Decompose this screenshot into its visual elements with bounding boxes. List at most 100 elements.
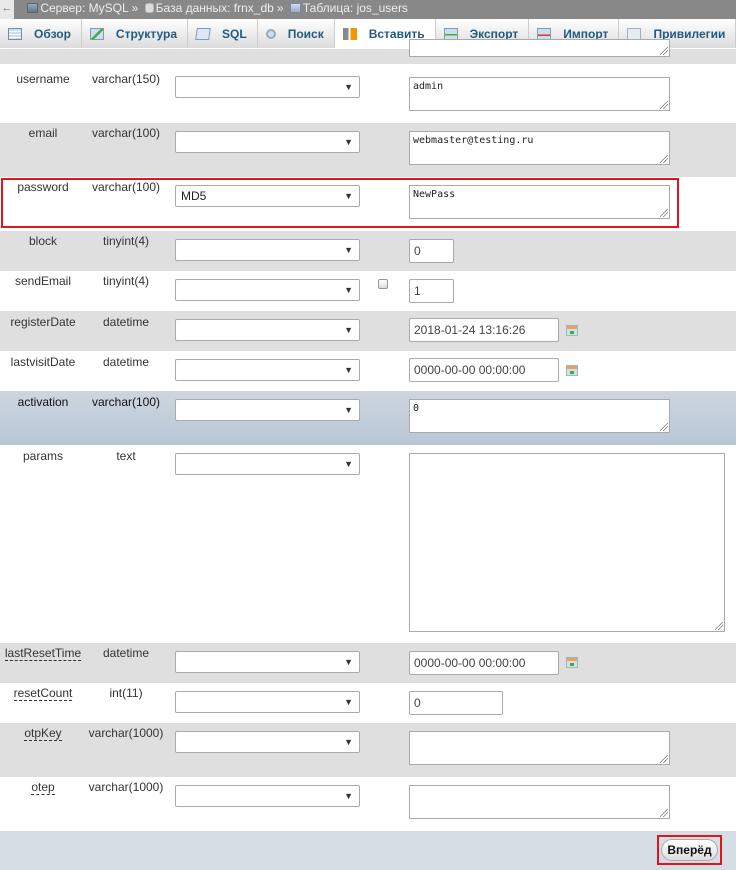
calendar-icon[interactable]	[566, 365, 578, 376]
search-icon	[265, 28, 276, 39]
tab-label: SQL	[222, 26, 247, 41]
chevron-down-icon: ▼	[344, 459, 353, 469]
field-name: sendEmail	[14, 274, 72, 288]
calendar-icon[interactable]	[566, 657, 578, 668]
field-row-resetcount: resetCount int(11) ▼ 0	[0, 683, 736, 723]
field-name: params	[22, 449, 63, 463]
field-name: username	[16, 72, 70, 86]
field-name: activation	[17, 395, 69, 409]
field-row-lastvisitdate: lastvisitDate datetime ▼ 0000-00-00 00:0…	[0, 351, 736, 391]
function-select[interactable]: ▼	[175, 785, 360, 807]
value-textarea[interactable]	[409, 731, 670, 765]
field-type: tinyint(4)	[102, 274, 149, 288]
breadcrumb-database[interactable]: База данных: frnx_db	[156, 1, 274, 15]
tab-label: Структура	[115, 26, 178, 41]
field-type: text	[116, 449, 136, 463]
function-select[interactable]: ▼	[175, 279, 360, 301]
arrow-left-icon[interactable]: ←	[0, 0, 14, 19]
table-icon	[289, 3, 301, 13]
structure-icon	[89, 27, 104, 40]
previous-value-textarea[interactable]	[409, 39, 670, 57]
function-select[interactable]: ▼	[175, 319, 360, 341]
function-select[interactable]: ▼	[175, 651, 360, 673]
resize-handle-icon[interactable]	[715, 622, 723, 630]
field-type: int(11)	[109, 686, 143, 700]
datetime-input[interactable]: 2018-01-24 13:16:26	[409, 318, 559, 342]
field-name-text: resetCount	[13, 686, 73, 701]
privileges-icon	[627, 27, 642, 40]
breadcrumb-separator: »	[276, 1, 284, 15]
field-type: datetime	[102, 355, 150, 369]
value-input[interactable]: 0	[409, 239, 454, 263]
field-row-otpkey: otpKey varchar(1000) ▼	[0, 723, 736, 777]
field-type: varchar(100)	[91, 395, 161, 409]
chevron-down-icon: ▼	[344, 405, 353, 415]
function-select[interactable]: ▼	[175, 399, 360, 421]
field-row-sendemail: sendEmail tinyint(4) ▼ 1	[0, 271, 736, 311]
highlight-box-password	[1, 178, 679, 228]
database-icon	[144, 3, 154, 13]
datetime-input[interactable]: 0000-00-00 00:00:00	[409, 358, 559, 382]
field-name: email	[28, 126, 58, 140]
value-textarea[interactable]	[409, 453, 725, 632]
chevron-down-icon: ▼	[344, 697, 353, 707]
export-icon	[443, 27, 458, 40]
field-name: otpKey	[0, 726, 86, 741]
field-type: varchar(1000)	[88, 780, 164, 794]
field-name: otep	[0, 780, 86, 795]
null-checkbox[interactable]	[378, 279, 388, 289]
resize-handle-icon[interactable]	[660, 101, 668, 109]
function-select[interactable]: ▼	[175, 131, 360, 153]
field-name-text: otep	[31, 780, 55, 795]
function-select[interactable]: ▼	[175, 731, 360, 753]
chevron-down-icon: ▼	[344, 737, 353, 747]
field-row-lastresettime: lastResetTime datetime ▼ 0000-00-00 00:0…	[0, 643, 736, 683]
resize-handle-icon[interactable]	[660, 809, 668, 817]
resize-handle-icon[interactable]	[660, 155, 668, 163]
function-select[interactable]: ▼	[175, 359, 360, 381]
chevron-down-icon: ▼	[344, 791, 353, 801]
value-text: webmaster@testing.ru	[413, 135, 534, 146]
value-input[interactable]: 0	[409, 691, 503, 715]
tab-structure[interactable]: Структура	[81, 19, 189, 48]
value-textarea[interactable]	[409, 785, 670, 819]
field-name: lastResetTime	[0, 646, 86, 661]
value-text: admin	[413, 81, 444, 92]
chevron-down-icon: ▼	[344, 245, 353, 255]
tab-label: Поиск	[287, 26, 324, 41]
field-row-activation: activation varchar(100) ▼ 0	[0, 391, 736, 445]
field-type: datetime	[102, 646, 150, 660]
field-type: varchar(1000)	[88, 726, 164, 740]
field-type: varchar(100)	[91, 126, 161, 140]
value-textarea[interactable]: admin	[409, 77, 670, 111]
field-row-previous	[0, 39, 736, 64]
tab-search[interactable]: Поиск	[257, 19, 335, 48]
resize-handle-icon[interactable]	[660, 423, 668, 431]
function-select[interactable]: ▼	[175, 239, 360, 261]
sql-icon	[195, 27, 211, 40]
value-textarea[interactable]: 0	[409, 399, 670, 433]
chevron-down-icon: ▼	[344, 657, 353, 667]
function-select[interactable]: ▼	[175, 691, 360, 713]
value-input[interactable]: 1	[409, 279, 454, 303]
tab-sql[interactable]: SQL	[188, 19, 258, 48]
field-name-text: otpKey	[24, 726, 62, 741]
breadcrumb-table[interactable]: Таблица: jos_users	[303, 1, 408, 15]
chevron-down-icon: ▼	[344, 137, 353, 147]
field-name-text: lastResetTime	[4, 646, 82, 661]
form-footer	[0, 831, 736, 870]
resize-handle-icon[interactable]	[660, 755, 668, 763]
breadcrumb-server[interactable]: Сервер: MySQL	[40, 1, 128, 15]
field-name: registerDate	[10, 315, 76, 329]
calendar-icon[interactable]	[566, 325, 578, 336]
datetime-input[interactable]: 0000-00-00 00:00:00	[409, 651, 559, 675]
function-select[interactable]: ▼	[175, 76, 360, 98]
function-select[interactable]: ▼	[175, 453, 360, 475]
field-row-email: email varchar(100) ▼ webmaster@testing.r…	[0, 123, 736, 177]
field-type: datetime	[102, 315, 150, 329]
field-row-registerdate: registerDate datetime ▼ 2018-01-24 13:16…	[0, 311, 736, 351]
resize-handle-icon[interactable]	[660, 47, 668, 55]
value-text: 0	[413, 403, 420, 414]
tab-browse[interactable]: Обзор	[0, 19, 82, 48]
value-textarea[interactable]: webmaster@testing.ru	[409, 131, 670, 165]
